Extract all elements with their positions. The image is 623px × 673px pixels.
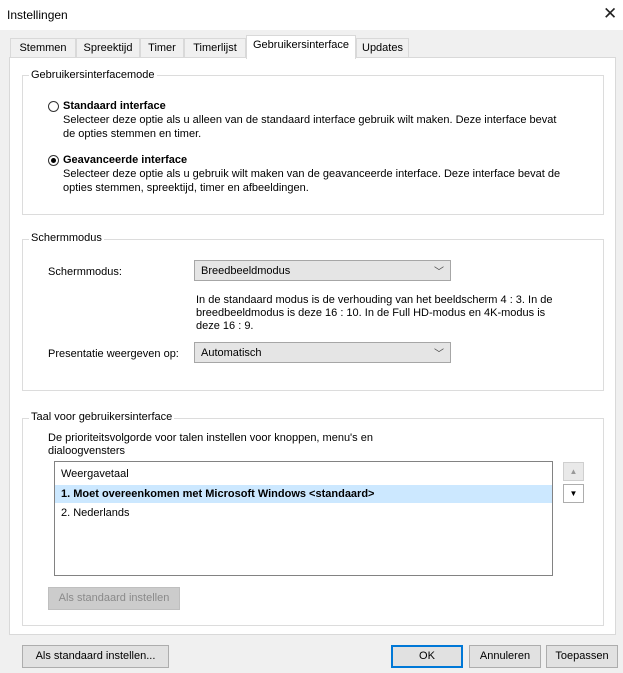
standard-interface-label[interactable]: Standaard interface	[63, 100, 166, 113]
screen-mode-info-1: In de standaard modus is de verhouding v…	[196, 294, 553, 306]
move-up-button[interactable]: ▲	[563, 462, 584, 481]
chevron-down-icon: ﹀	[434, 267, 444, 278]
window-title: Instellingen	[7, 8, 68, 22]
advanced-interface-desc-1: Selecteer deze optie als u gebruik wilt …	[63, 168, 561, 180]
move-down-button[interactable]: ▼	[563, 484, 584, 503]
title-bar	[0, 0, 623, 30]
ok-button[interactable]: OK	[391, 645, 463, 668]
chevron-down-icon: ﹀	[434, 349, 444, 360]
advanced-interface-radio[interactable]	[48, 155, 59, 166]
list-item[interactable]: 2. Nederlands	[55, 504, 552, 522]
mode-group-legend: Gebruikersinterfacemode	[29, 69, 157, 81]
screen-mode-value: Breedbeeldmodus	[201, 265, 291, 277]
cancel-button[interactable]: Annuleren	[469, 645, 541, 668]
advanced-interface-label[interactable]: Geavanceerde interface	[63, 154, 187, 167]
standard-interface-radio[interactable]	[48, 101, 59, 112]
tab-updates[interactable]: Updates	[356, 38, 409, 57]
advanced-interface-desc-2: opties stemmen, spreektijd, timer en afb…	[63, 182, 309, 194]
set-default-button[interactable]: Als standaard instellen...	[22, 645, 169, 668]
tab-timer[interactable]: Timer	[140, 38, 184, 57]
screen-mode-info-2: breedbeeldmodus is deze 16 : 10. In de F…	[196, 307, 546, 319]
screen-mode-info-3: deze 16 : 9.	[196, 320, 254, 332]
language-list[interactable]: Weergavetaal 1. Moet overeenkomen met Mi…	[54, 461, 553, 576]
language-desc-1: De prioriteitsvolgorde voor talen instel…	[48, 432, 373, 444]
tab-spreektijd[interactable]: Spreektijd	[76, 38, 140, 57]
language-group-legend: Taal voor gebruikersinterface	[29, 411, 175, 423]
tab-gebruikersinterface[interactable]: Gebruikersinterface	[246, 35, 356, 59]
set-language-default-button[interactable]: Als standaard instellen	[48, 587, 180, 610]
screen-group-legend: Schermmodus	[29, 232, 104, 244]
list-item[interactable]: 1. Moet overeenkomen met Microsoft Windo…	[55, 485, 552, 503]
screen-mode-select[interactable]: Breedbeeldmodus ﹀	[194, 260, 451, 281]
present-on-select[interactable]: Automatisch ﹀	[194, 342, 451, 363]
present-on-value: Automatisch	[201, 347, 262, 359]
language-list-header: Weergavetaal	[61, 468, 129, 480]
apply-button[interactable]: Toepassen	[546, 645, 618, 668]
tab-timerlijst[interactable]: Timerlijst	[184, 38, 246, 57]
screen-mode-label: Schermmodus:	[48, 266, 122, 278]
tab-stemmen[interactable]: Stemmen	[10, 38, 76, 57]
present-on-label: Presentatie weergeven op:	[48, 348, 179, 360]
standard-interface-desc-1: Selecteer deze optie als u alleen van de…	[63, 114, 557, 126]
close-icon[interactable]: ✕	[603, 5, 617, 22]
standard-interface-desc-2: de opties stemmen en timer.	[63, 128, 202, 140]
language-desc-2: dialoogvensters	[48, 445, 126, 457]
